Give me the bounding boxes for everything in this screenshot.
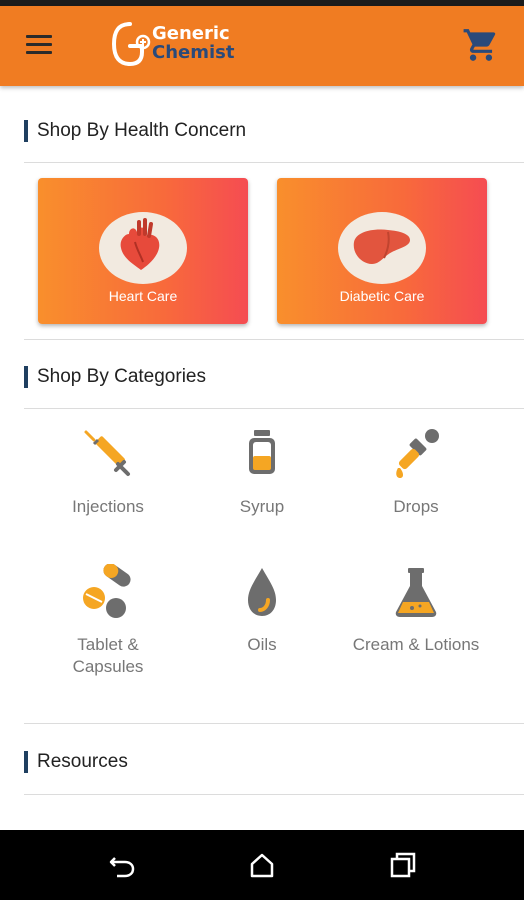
section-title: Resources <box>37 751 128 772</box>
divider <box>24 162 524 163</box>
divider <box>24 408 524 409</box>
category-oils[interactable]: Oils <box>182 564 342 684</box>
category-cream-lotions[interactable]: Cream & Lotions <box>336 564 496 684</box>
section-categories: Shop By Categories <box>24 358 524 398</box>
system-navigation-bar <box>0 830 524 900</box>
syringe-icon <box>84 430 130 476</box>
back-icon[interactable] <box>107 850 137 880</box>
divider <box>24 339 524 340</box>
section-accent-bar <box>24 366 28 388</box>
category-label: Cream & Lotions <box>352 635 480 654</box>
home-icon[interactable] <box>247 850 277 880</box>
heart-care-card[interactable]: Heart Care <box>38 178 248 324</box>
app-logo: Generic Chemist <box>110 16 260 76</box>
category-syrup[interactable]: Syrup <box>182 426 342 546</box>
section-resources[interactable]: Resources <box>24 743 524 783</box>
app-bar: Generic Chemist <box>0 6 524 86</box>
logo-line1: Generic <box>152 23 230 44</box>
category-injections[interactable]: Injections <box>28 426 188 546</box>
category-label: Syrup <box>239 497 285 516</box>
category-label: Oils <box>247 635 277 654</box>
syrup-bottle-icon <box>249 430 275 474</box>
diabetic-care-label: Diabetic Care <box>339 288 425 304</box>
heart-care-label: Heart Care <box>108 288 178 304</box>
category-tablet-capsules[interactable]: Tablet & Capsules <box>28 564 188 684</box>
logo-mark-icon <box>111 22 151 67</box>
recents-icon[interactable] <box>388 850 418 880</box>
diabetic-care-card[interactable]: Diabetic Care <box>277 178 487 324</box>
section-title: Shop By Health Concern <box>37 120 247 141</box>
section-health-concern: Shop By Health Concern <box>24 112 524 152</box>
section-accent-bar <box>24 120 28 142</box>
section-accent-bar <box>24 751 28 773</box>
section-title: Shop By Categories <box>37 366 206 387</box>
hamburger-menu-icon[interactable] <box>22 30 62 64</box>
divider <box>24 723 524 724</box>
heart-organ-icon <box>120 218 160 270</box>
category-drops[interactable]: Drops <box>336 426 496 546</box>
category-label: Tablet & Capsules <box>72 635 144 676</box>
divider <box>24 794 524 795</box>
liver-organ-icon <box>353 229 410 264</box>
flask-icon <box>395 568 437 617</box>
pills-icon <box>83 564 131 618</box>
logo-line2: Chemist <box>152 42 235 63</box>
category-label: Injections <box>72 497 144 516</box>
category-label: Drops <box>393 497 439 516</box>
shopping-cart-icon[interactable] <box>462 26 500 64</box>
dropper-icon <box>396 429 439 478</box>
oil-drop-icon <box>248 568 276 616</box>
